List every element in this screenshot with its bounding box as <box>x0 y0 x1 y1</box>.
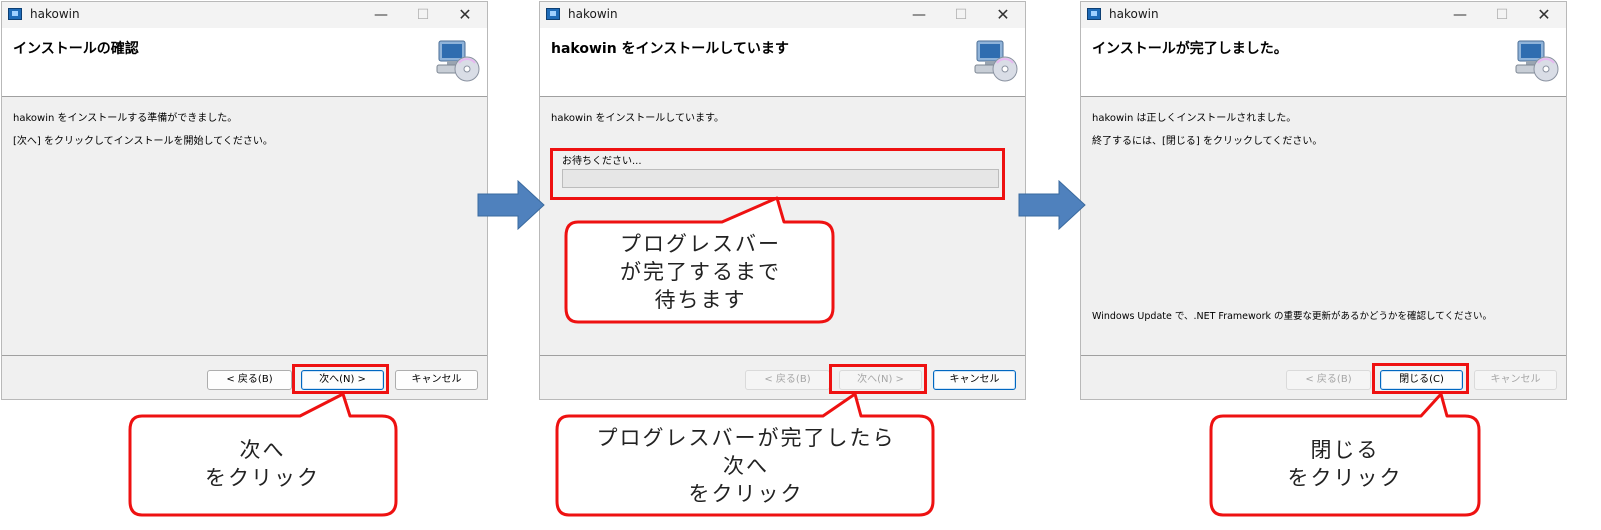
title-bar[interactable]: hakowin — ☐ ✕ <box>540 2 1025 28</box>
app-icon <box>546 8 560 20</box>
window-title: hakowin <box>568 7 618 21</box>
page-title: インストールが完了しました。 <box>1092 41 1288 57</box>
cancel-button[interactable]: キャンセル <box>933 370 1016 390</box>
page-title: インストールの確認 <box>13 41 139 57</box>
highlight-next-button <box>292 364 389 394</box>
computer-disc-icon <box>974 40 1018 82</box>
title-bar[interactable]: hakowin — ☐ ✕ <box>2 2 487 28</box>
callout-text-1: 次へ をクリック <box>205 438 320 490</box>
page-title: hakowin をインストールしています <box>551 41 789 57</box>
footer-divider <box>1081 355 1566 356</box>
close-icon[interactable]: ✕ <box>993 5 1013 25</box>
highlight-progress-bar <box>550 148 1005 200</box>
maximize-icon[interactable]: ☐ <box>413 5 433 25</box>
dialog-header: hakowin をインストールしています <box>540 28 1025 97</box>
back-button[interactable]: < 戻る(B) <box>745 370 830 390</box>
footer-divider <box>540 355 1025 356</box>
body-text-ready: hakowin をインストールする準備ができました。 <box>13 113 238 124</box>
cancel-button[interactable]: キャンセル <box>1474 370 1557 390</box>
window-title: hakowin <box>1109 7 1159 21</box>
close-icon[interactable]: ✕ <box>1534 5 1554 25</box>
body-text-installing: hakowin をインストールしています。 <box>551 113 724 124</box>
back-button[interactable]: < 戻る(B) <box>207 370 292 390</box>
flow-arrow-2-icon <box>1018 180 1086 230</box>
flow-arrow-1-icon <box>477 180 545 230</box>
callout-text-2: プログレスバー が完了するまで 待ちます <box>620 232 781 312</box>
highlight-close-button <box>1372 363 1469 394</box>
body-text-close-instruction: 終了するには、[閉じる] をクリックしてください。 <box>1092 136 1323 147</box>
windows-update-note: Windows Update で、.NET Framework の重要な更新があ… <box>1092 311 1492 322</box>
minimize-icon[interactable]: — <box>909 5 929 25</box>
body-text-success: hakowin は正しくインストールされました。 <box>1092 113 1297 124</box>
back-button[interactable]: < 戻る(B) <box>1286 370 1371 390</box>
computer-disc-icon <box>1515 40 1559 82</box>
dialog-header: インストールの確認 <box>2 28 487 97</box>
window-title: hakowin <box>30 7 80 21</box>
installer-window-complete: hakowin — ☐ ✕ インストールが完了しました。 hakowin は正し… <box>1080 1 1567 400</box>
maximize-icon[interactable]: ☐ <box>1492 5 1512 25</box>
highlight-next-button-2 <box>829 364 927 394</box>
computer-disc-icon <box>436 40 480 82</box>
dialog-header: インストールが完了しました。 <box>1081 28 1566 97</box>
cancel-button[interactable]: キャンセル <box>395 370 478 390</box>
body-text-instruction: [次へ] をクリックしてインストールを開始してください。 <box>13 136 273 147</box>
minimize-icon[interactable]: — <box>371 5 391 25</box>
title-bar[interactable]: hakowin — ☐ ✕ <box>1081 2 1566 28</box>
callout-text-3: プログレスバーが完了したら 次へ をクリック <box>596 426 896 506</box>
minimize-icon[interactable]: — <box>1450 5 1470 25</box>
callout-text-4: 閉じる をクリック <box>1287 438 1403 490</box>
installer-window-confirm: hakowin — ☐ ✕ インストールの確認 hakowin をインストールす… <box>1 1 488 400</box>
close-icon[interactable]: ✕ <box>455 5 475 25</box>
footer-divider <box>2 355 487 356</box>
app-icon <box>8 8 22 20</box>
app-icon <box>1087 8 1101 20</box>
maximize-icon[interactable]: ☐ <box>951 5 971 25</box>
